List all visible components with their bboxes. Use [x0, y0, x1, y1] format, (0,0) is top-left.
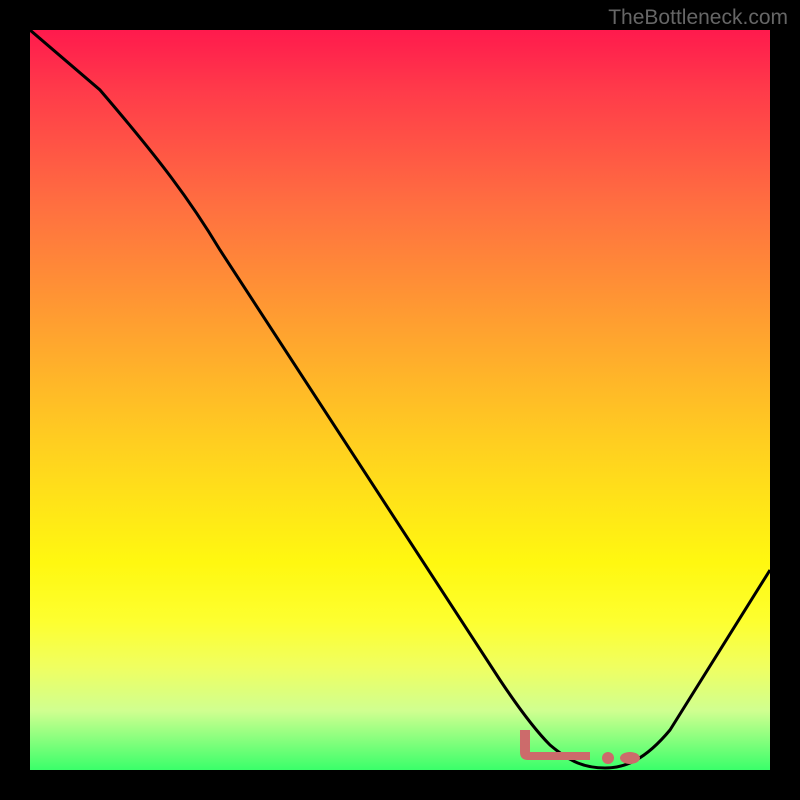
watermark-text: TheBottleneck.com [608, 6, 788, 30]
chart-plot-area [30, 30, 770, 770]
bottleneck-curve [30, 30, 770, 768]
bottleneck-line-chart [30, 30, 770, 770]
optimal-zone-marker [520, 730, 640, 764]
